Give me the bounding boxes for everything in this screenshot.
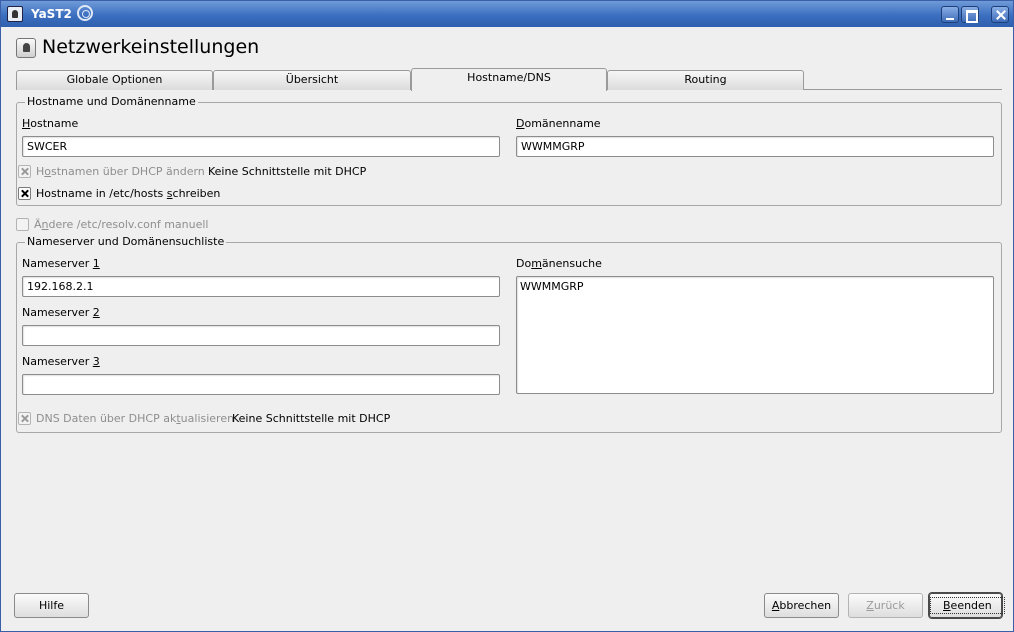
sticky-swirl-icon[interactable]: [77, 5, 93, 21]
resolv-manual-checkbox[interactable]: [16, 218, 29, 231]
domain-search-label: Domänensuche: [516, 257, 602, 270]
minimize-button[interactable]: [941, 6, 959, 23]
cancel-button[interactable]: Abbrechen: [764, 593, 839, 618]
domain-name-label: Domänenname: [516, 117, 601, 130]
nameserver-3-label-mnemonic: 3: [92, 355, 100, 368]
hostname-input[interactable]: [22, 136, 500, 157]
back-button-mnemonic: Z: [866, 599, 874, 612]
domain-search-textarea[interactable]: WWMMGRP: [516, 276, 994, 394]
domain-label-text: omänenname: [524, 117, 601, 130]
dns-dhcp-update-label: DNS Daten über DHCP aktualisieren: [36, 412, 234, 425]
hostname-label-text: ostname: [30, 117, 79, 130]
nameserver-2-input[interactable]: [22, 325, 500, 346]
hostname-label: Hostname: [22, 117, 78, 130]
close-button[interactable]: [991, 6, 1009, 23]
write-hosts-label[interactable]: Hostname in /etc/hosts schreiben: [36, 187, 220, 200]
write-hosts-label-post: chreiben: [172, 187, 221, 200]
finish-button-focus-ring: Beenden: [930, 597, 1005, 614]
tab-global-options[interactable]: Globale Optionen: [16, 70, 213, 90]
nameserver-3-input[interactable]: [22, 374, 500, 395]
cancel-button-label: bbrechen: [779, 599, 832, 612]
resolv-manual-label-mnemonic: n: [41, 218, 49, 231]
nameserver-1-label-mnemonic: 1: [92, 257, 100, 270]
back-button[interactable]: Zurück: [848, 593, 923, 618]
help-button[interactable]: Hilfe: [14, 593, 89, 618]
nameserver-1-input[interactable]: [22, 276, 500, 297]
back-button-label: urück: [873, 599, 905, 612]
nameserver-3-label-text: Nameserver: [22, 355, 93, 368]
maximize-button[interactable]: [961, 6, 979, 23]
finish-button[interactable]: Beenden: [929, 593, 1005, 618]
dhcp-hostname-checkbox[interactable]: [18, 165, 31, 178]
tab-overview[interactable]: Übersicht: [213, 70, 411, 90]
yast-window: YaST2 Netzwerkeinstellungen Globale Opti…: [0, 0, 1014, 632]
dns-dhcp-note: Keine Schnittstelle mit DHCP: [232, 412, 391, 425]
hostname-group-title: Hostname und Domänenname: [25, 95, 198, 108]
dns-dhcp-label-pre: DNS Daten über DHCP ak: [36, 412, 177, 425]
nameserver-2-label-mnemonic: 2: [92, 306, 100, 319]
tab-hostname-dns[interactable]: Hostname/DNS: [411, 68, 607, 91]
tab-routing[interactable]: Routing: [607, 70, 804, 90]
domain-search-label-post: änensuche: [541, 257, 602, 270]
nameserver-1-label-text: Nameserver: [22, 257, 93, 270]
title-bar[interactable]: YaST2: [1, 1, 1013, 27]
nameserver-2-label: Nameserver 2: [22, 306, 100, 319]
dhcp-hostname-note: Keine Schnittstelle mit DHCP: [208, 165, 367, 178]
window-title: YaST2: [31, 7, 72, 21]
domain-search-label-pre: Do: [516, 257, 532, 270]
network-settings-icon: [16, 38, 36, 58]
dhcp-hostname-label: Hostnamen über DHCP ändern: [36, 165, 205, 178]
dhcp-hostname-label-mnemonic: o: [44, 165, 52, 178]
finish-button-label: eenden: [950, 599, 992, 612]
domain-name-input[interactable]: [516, 136, 994, 157]
write-hosts-label-pre: Hostname in /etc/hosts: [36, 187, 167, 200]
nameserver-2-label-text: Nameserver: [22, 306, 93, 319]
nameserver-group-title: Nameserver und Domänensuchliste: [25, 235, 227, 248]
nameserver-1-label: Nameserver 1: [22, 257, 100, 270]
dns-dhcp-update-checkbox[interactable]: [18, 412, 31, 425]
finish-button-mnemonic: B: [943, 599, 951, 612]
resolv-manual-label-pre: Ä: [34, 218, 42, 231]
dns-dhcp-label-post: ualisieren: [180, 412, 235, 425]
dhcp-hostname-label-post: stnamen über DHCP ändern: [51, 165, 205, 178]
page-title: Netzwerkeinstellungen: [42, 36, 260, 58]
domain-search-label-mnemonic: m: [531, 257, 542, 270]
resolv-manual-label-post: dere /etc/resolv.conf manuell: [48, 218, 209, 231]
write-hosts-checkbox[interactable]: [18, 187, 31, 200]
yast-app-icon[interactable]: [7, 6, 23, 22]
resolv-manual-label: Ändere /etc/resolv.conf manuell: [34, 218, 208, 231]
nameserver-3-label: Nameserver 3: [22, 355, 100, 368]
